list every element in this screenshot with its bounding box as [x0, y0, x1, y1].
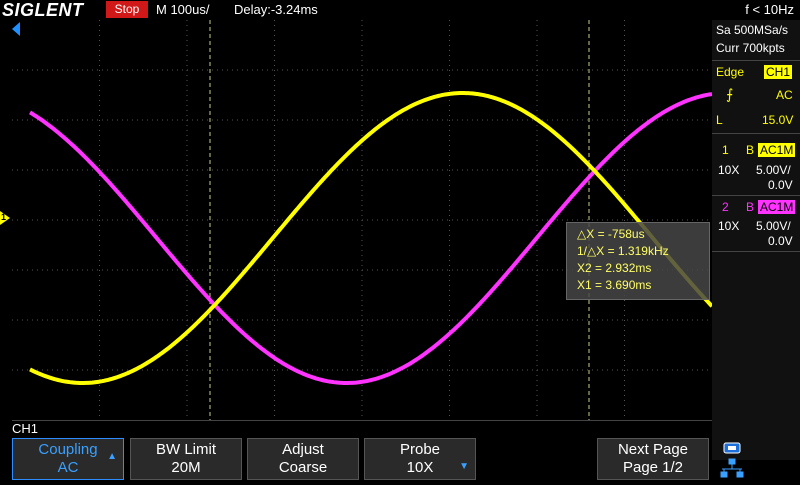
bw-limit-button-label: BW Limit: [156, 441, 216, 458]
cursor-measurement-box: △X = -758us 1/△X = 1.319kHz X2 = 2.932ms…: [566, 222, 710, 300]
trigger-source: CH1: [764, 65, 793, 79]
down-arrow-icon: ▼: [459, 461, 469, 472]
ch2-probe: 10X: [718, 219, 740, 233]
cursor-x1-readout: X1 = 3.690ms: [577, 278, 652, 292]
next-page-button-value: Page 1/2: [622, 459, 684, 476]
memory-depth: Curr 700kpts: [716, 41, 785, 55]
inverse-delta-x-readout: 1/△X = 1.319kHz: [577, 244, 669, 258]
ch2-coupling: AC1M: [758, 200, 796, 214]
grid-lines: [12, 20, 712, 420]
ch2-offset: 0.0V: [768, 234, 793, 248]
ch1-scale: 5.00V/: [756, 163, 791, 177]
right-info-panel: Sa 500MSa/s Curr 700kpts Edge CH1 ⨍ AC L…: [712, 20, 800, 460]
frequency-counter: f < 10Hz: [745, 2, 794, 17]
sample-rate: Sa 500MSa/s: [716, 23, 789, 37]
divider: [712, 195, 800, 196]
next-page-button[interactable]: Next Page Page 1/2: [597, 438, 709, 480]
ch2-number: 2: [722, 200, 729, 214]
timebase-readout: M 100us/: [156, 2, 210, 17]
coupling-button[interactable]: Coupling AC ▲: [12, 438, 124, 480]
ch1-coupling: AC1M: [758, 143, 796, 157]
probe-button-label: Probe: [399, 441, 441, 458]
ch1-bw-limit-indicator: B: [746, 143, 755, 157]
trigger-level: 15.0V: [762, 113, 794, 127]
brand-logo: SIGLENT: [2, 0, 84, 20]
ch1-ground-marker-label: 1: [1, 212, 7, 222]
next-page-button-label: Next Page: [617, 441, 689, 458]
ch1-number: 1: [722, 143, 729, 157]
delta-x-readout: △X = -758us: [577, 227, 645, 241]
bw-limit-button[interactable]: BW Limit 20M: [130, 438, 242, 480]
ch2-coupling-badge[interactable]: AC1M: [758, 200, 796, 214]
delay-readout: Delay:-3.24ms: [234, 2, 318, 17]
ch1-coupling-badge[interactable]: AC1M: [758, 143, 796, 157]
trigger-level-marker: L: [716, 113, 723, 127]
divider: [712, 60, 800, 61]
network-status-icon: [720, 458, 744, 478]
menu-channel-label: CH1: [12, 421, 39, 436]
ch2-bw-limit-indicator: B: [746, 200, 755, 214]
adjust-button[interactable]: Adjust Coarse: [247, 438, 359, 480]
probe-button[interactable]: Probe 10X ▼: [364, 438, 476, 480]
ch1-offset: 0.0V: [768, 178, 793, 192]
rising-edge-icon: ⨍: [726, 86, 734, 102]
ch2-scale: 5.00V/: [756, 219, 791, 233]
divider: [712, 133, 800, 134]
top-status-bar: SIGLENT Stop M 100us/ Delay:-3.24ms f < …: [0, 0, 800, 20]
run-stop-status[interactable]: Stop: [106, 1, 148, 18]
trigger-source-badge[interactable]: CH1: [764, 65, 793, 79]
trigger-position-marker-icon[interactable]: [12, 22, 20, 36]
cursor-x2-readout: X2 = 2.932ms: [577, 261, 652, 275]
up-arrow-icon: ▲: [107, 451, 117, 462]
waveform-display[interactable]: [12, 20, 714, 421]
trigger-type: Edge: [716, 65, 745, 79]
adjust-button-label: Adjust: [282, 441, 324, 458]
ch1-probe: 10X: [718, 163, 740, 177]
adjust-button-value: Coarse: [278, 459, 328, 476]
waveform-graticule: [12, 20, 714, 420]
bw-limit-button-value: 20M: [171, 459, 201, 476]
divider: [712, 251, 800, 252]
trigger-coupling: AC: [776, 88, 793, 102]
status-icons: [716, 440, 800, 480]
usb-status-icon: [723, 442, 741, 454]
